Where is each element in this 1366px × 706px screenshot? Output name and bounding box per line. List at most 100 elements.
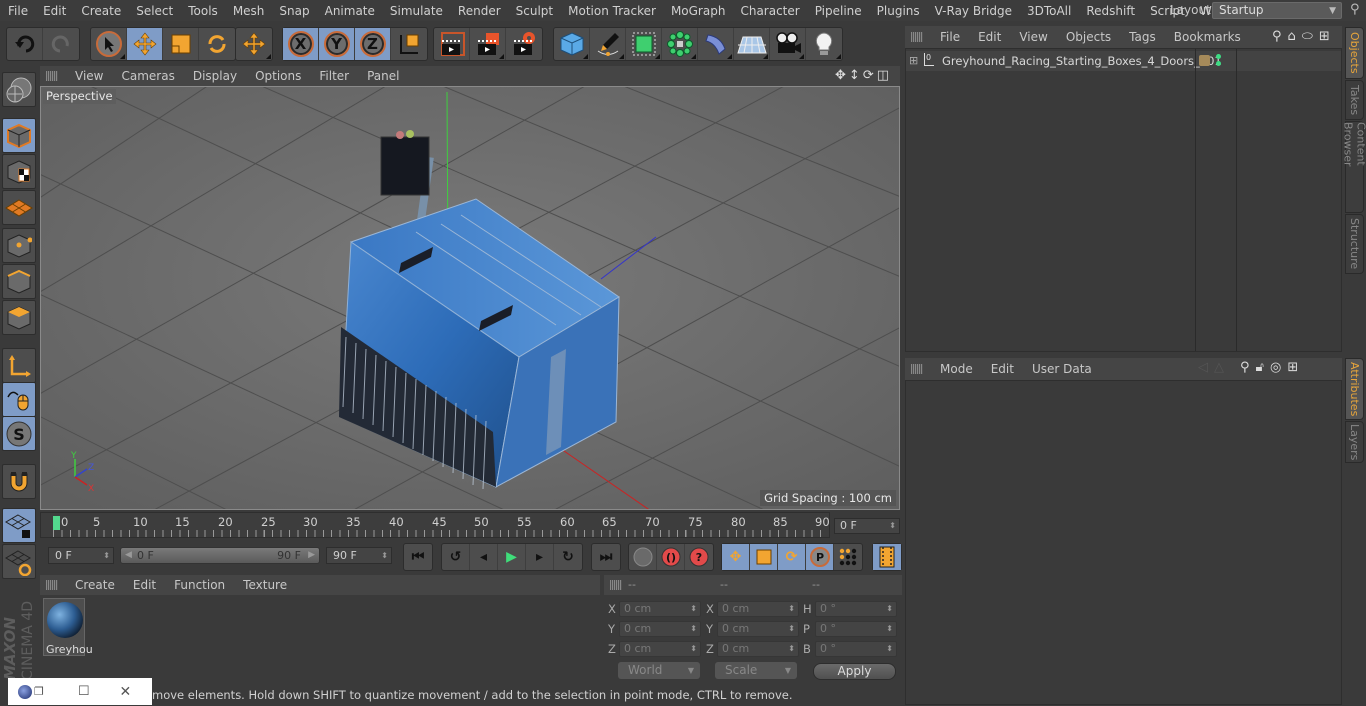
solo-mode-button[interactable]: S [2, 416, 36, 451]
tab-takes[interactable]: Takes [1345, 80, 1364, 120]
scale-key-button[interactable] [750, 544, 778, 570]
tab-structure[interactable]: Structure [1345, 214, 1364, 274]
menu-simulate[interactable]: Simulate [382, 4, 450, 18]
layer-color-swatch[interactable] [1199, 55, 1210, 66]
size-x-field[interactable]: 0 cm⬍ [717, 601, 799, 617]
menu-plugins[interactable]: Plugins [869, 4, 927, 18]
make-editable-button[interactable] [2, 72, 36, 107]
menu-edit[interactable]: Edit [35, 4, 73, 18]
render-settings-button[interactable] [506, 28, 542, 60]
position-y-field[interactable]: 0 cm⬍ [619, 621, 701, 637]
cube-button[interactable] [554, 28, 590, 60]
material-menu-function[interactable]: Function [165, 578, 234, 592]
previous-frame-button[interactable]: ◂ [470, 544, 498, 570]
viewport-perspective[interactable]: Perspective Y Z X Grid Spacing : 100 cm [40, 86, 900, 510]
object-menu-file[interactable]: File [931, 30, 969, 44]
spinner-icon[interactable]: ⬍ [788, 602, 795, 616]
attributes-menu-mode[interactable]: Mode [931, 362, 982, 376]
y-axis-lock-button[interactable]: Y [319, 28, 355, 60]
start-frame-field[interactable]: 0 F⬍ [48, 547, 114, 564]
workplane-mode-button[interactable] [2, 190, 36, 225]
restore-icon[interactable]: ❐ [34, 685, 44, 698]
axis-mode-button[interactable] [2, 348, 36, 383]
object-row[interactable]: ⊞ 0 Greyhound_Racing_Starting_Boxes_4_Do… [906, 51, 1341, 71]
orbit-icon[interactable]: ⟳ [863, 68, 874, 83]
floor-button[interactable] [734, 28, 770, 60]
object-menu-objects[interactable]: Objects [1057, 30, 1120, 44]
spinner-icon[interactable]: ⬍ [690, 642, 697, 656]
edges-mode-button[interactable] [2, 264, 36, 299]
spinner-icon[interactable]: ⬍ [886, 622, 893, 636]
point-level-key-button[interactable] [834, 544, 862, 570]
spinner-icon[interactable]: ⬍ [788, 622, 795, 636]
render-view-button[interactable] [434, 28, 470, 60]
new-panel-icon[interactable]: ⊞ [1287, 360, 1298, 375]
points-mode-button[interactable] [2, 228, 36, 263]
back-arrow-icon[interactable]: ◁ [1198, 360, 1208, 375]
menu-sculpt[interactable]: Sculpt [508, 4, 560, 18]
keyframe-selection-button[interactable]: ? [685, 544, 713, 570]
live-selection-button[interactable] [91, 28, 127, 60]
move-button[interactable] [127, 28, 163, 60]
viewport-menu-display[interactable]: Display [184, 69, 246, 83]
dolly-icon[interactable]: ↕ [849, 68, 860, 83]
subdivision-button[interactable] [626, 28, 662, 60]
object-menu-edit[interactable]: Edit [969, 30, 1010, 44]
spinner-icon[interactable]: ⬍ [889, 519, 896, 533]
spinner-icon[interactable]: ⬍ [103, 548, 110, 563]
menu-select[interactable]: Select [128, 4, 180, 18]
spinner-icon[interactable]: ⬍ [690, 602, 697, 616]
position-key-button[interactable]: ✥ [722, 544, 750, 570]
rotation-h-field[interactable]: 0 °⬍ [815, 601, 897, 617]
x-axis-lock-button[interactable]: X [283, 28, 319, 60]
editor-visibility-dot[interactable] [1216, 54, 1221, 59]
viewport-camera-label[interactable]: Perspective [43, 89, 116, 104]
object-menu-tags[interactable]: Tags [1120, 30, 1165, 44]
record-keys-button[interactable] [629, 544, 657, 570]
panel-grip-icon[interactable] [911, 32, 923, 42]
new-panel-icon[interactable]: ⊞ [1319, 29, 1330, 44]
viewport-menu-filter[interactable]: Filter [310, 69, 358, 83]
object-menu-bookmarks[interactable]: Bookmarks [1165, 30, 1250, 44]
search-icon[interactable]: ⚲ [1240, 360, 1250, 375]
spinner-icon[interactable]: ⬍ [886, 642, 893, 656]
expand-icon[interactable]: ⊞ [909, 54, 918, 67]
menu-mesh[interactable]: Mesh [225, 4, 272, 18]
deformer-button[interactable] [698, 28, 734, 60]
menu-character[interactable]: Character [732, 4, 806, 18]
tab-layers[interactable]: Layers [1345, 421, 1364, 463]
camera-button[interactable] [770, 28, 806, 60]
size-y-field[interactable]: 0 cm⬍ [717, 621, 799, 637]
transform-mode-dropdown[interactable]: Scale▼ [715, 662, 797, 679]
render-picture-viewer-button[interactable] [470, 28, 506, 60]
current-frame-field[interactable]: 0 F⬍ [834, 518, 900, 534]
next-key-button[interactable]: ↻ [554, 544, 582, 570]
undo-button[interactable] [7, 28, 43, 60]
viewport-menu-options[interactable]: Options [246, 69, 310, 83]
menu-snap[interactable]: Snap [271, 4, 316, 18]
menu-tools[interactable]: Tools [180, 4, 225, 18]
redo-button[interactable] [43, 28, 79, 60]
close-icon[interactable]: ✕ [120, 684, 132, 700]
object-menu-view[interactable]: View [1010, 30, 1056, 44]
planar-workplane-button[interactable] [2, 544, 36, 579]
attributes-menu-edit[interactable]: Edit [982, 362, 1023, 376]
cloner-button[interactable] [662, 28, 698, 60]
frame-range-slider[interactable]: ◀ 0 F 90 F ▶ [120, 547, 320, 564]
timeline-ruler[interactable]: 0 5 10 15 20 25 30 35 40 45 50 55 60 65 … [40, 512, 830, 538]
menu-pipeline[interactable]: Pipeline [807, 4, 869, 18]
maximize-icon[interactable]: ☐ [78, 684, 90, 699]
panel-grip-icon[interactable] [46, 71, 58, 81]
attributes-menu-user-data[interactable]: User Data [1023, 362, 1101, 376]
pan-icon[interactable]: ✥ [835, 68, 846, 83]
toggle-layout-icon[interactable]: ◫ [877, 68, 889, 83]
viewport-menu-view[interactable]: View [66, 69, 112, 83]
apply-button[interactable]: Apply [813, 663, 896, 680]
eye-icon[interactable]: ⬭ [1302, 29, 1313, 44]
z-axis-lock-button[interactable]: Z [355, 28, 391, 60]
play-button[interactable]: ▶ [498, 544, 526, 570]
menu-vray-bridge[interactable]: V-Ray Bridge [927, 4, 1019, 18]
rotation-b-field[interactable]: 0 °⬍ [815, 641, 897, 657]
lock-icon[interactable]: 🔓︎ [1256, 360, 1264, 375]
material-menu-edit[interactable]: Edit [124, 578, 165, 592]
